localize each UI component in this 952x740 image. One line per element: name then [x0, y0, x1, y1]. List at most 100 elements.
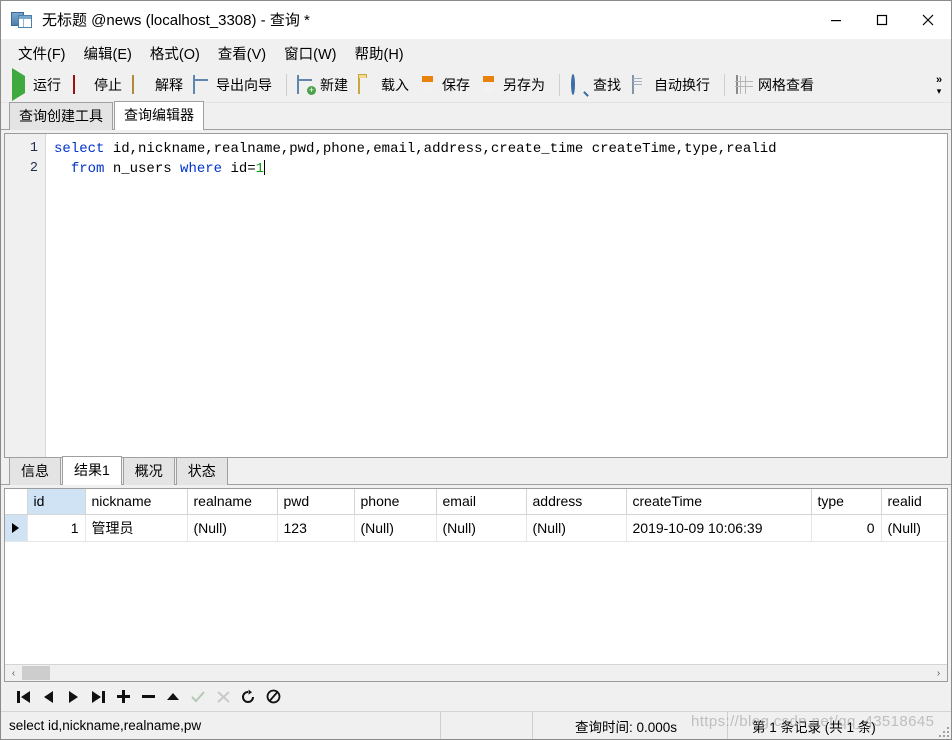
- column-header-pwd[interactable]: pwd: [277, 489, 355, 515]
- column-header-id[interactable]: id: [27, 489, 86, 515]
- editor-tab-bar: 查询创建工具 查询编辑器: [1, 101, 951, 130]
- save-button[interactable]: 保存: [416, 71, 477, 99]
- scroll-track[interactable]: [22, 665, 930, 681]
- apply-change-button[interactable]: [162, 686, 184, 708]
- toolbar-overflow-button[interactable]: » ▾: [931, 68, 947, 103]
- word-wrap-icon: [631, 75, 649, 94]
- delete-record-button[interactable]: [137, 686, 159, 708]
- first-record-button[interactable]: [12, 686, 34, 708]
- cell-pwd[interactable]: 123: [277, 514, 355, 542]
- column-header-createtime[interactable]: createTime: [626, 489, 812, 515]
- row-indicator-icon: [5, 514, 28, 542]
- cell-email[interactable]: (Null): [436, 514, 527, 542]
- refresh-button[interactable]: [237, 686, 259, 708]
- grid-view-button[interactable]: 网格查看: [732, 71, 821, 99]
- tab-info[interactable]: 信息: [9, 457, 61, 485]
- word-wrap-button[interactable]: 自动换行: [628, 71, 717, 99]
- explain-button[interactable]: 解释: [129, 71, 190, 99]
- column-header-phone[interactable]: phone: [354, 489, 437, 515]
- menu-edit[interactable]: 编辑(E): [75, 39, 141, 68]
- menu-window[interactable]: 窗口(W): [275, 39, 345, 68]
- sql-number: 1: [255, 161, 265, 177]
- cell-address[interactable]: (Null): [526, 514, 627, 542]
- table-row[interactable]: 1 管理员 (Null) 123 (Null) (Null) (Null) 20…: [5, 514, 947, 542]
- cancel-button[interactable]: [212, 686, 234, 708]
- tab-result1[interactable]: 结果1: [62, 456, 122, 485]
- column-header-realid[interactable]: realid: [881, 489, 947, 515]
- menu-file[interactable]: 文件(F): [9, 39, 75, 68]
- database-table-icon: [11, 10, 33, 30]
- status-query-time: 查询时间: 0.000s: [533, 712, 728, 739]
- scroll-right-icon[interactable]: ›: [930, 665, 947, 681]
- grid-view-icon: [735, 75, 753, 94]
- sql-text: n_users: [104, 161, 181, 177]
- next-record-button[interactable]: [62, 686, 84, 708]
- export-wizard-button[interactable]: 导出向导: [190, 71, 279, 99]
- result-grid-scroll[interactable]: id nickname realname pwd phone email add…: [5, 489, 947, 664]
- cell-realname[interactable]: (Null): [187, 514, 278, 542]
- triangle-up-icon: [167, 693, 179, 700]
- stop-loading-button[interactable]: [262, 686, 284, 708]
- grid-header-row: id nickname realname pwd phone email add…: [5, 489, 947, 515]
- result-grid: id nickname realname pwd phone email add…: [5, 489, 947, 542]
- save-as-icon: [480, 76, 498, 94]
- confirm-button[interactable]: [187, 686, 209, 708]
- minimize-button[interactable]: [813, 1, 859, 38]
- line-number: 2: [29, 161, 38, 176]
- scroll-thumb[interactable]: [22, 666, 50, 680]
- tab-query-builder[interactable]: 查询创建工具: [9, 102, 113, 130]
- sql-editor[interactable]: 1 2 select id,nickname,realname,pwd,phon…: [4, 133, 948, 458]
- play-icon: [10, 68, 28, 101]
- column-header-realname[interactable]: realname: [187, 489, 278, 515]
- window-title: 无标题 @news (localhost_3308) - 查询 *: [42, 12, 310, 29]
- previous-record-button[interactable]: [37, 686, 59, 708]
- tab-status[interactable]: 状态: [175, 457, 228, 485]
- save-as-button[interactable]: 另存为: [477, 71, 552, 99]
- stop-button[interactable]: 停止: [68, 71, 129, 99]
- toolbar-separator-3: [724, 74, 725, 96]
- status-record-info: 第 1 条记录 (共 1 条): [752, 719, 876, 735]
- new-query-icon: +: [297, 75, 316, 95]
- sql-keyword: select: [54, 141, 105, 157]
- refresh-icon: [242, 689, 254, 703]
- run-button[interactable]: 运行: [7, 68, 68, 101]
- cell-realid[interactable]: (Null): [881, 514, 947, 542]
- menu-bar: 文件(F) 编辑(E) 格式(O) 查看(V) 窗口(W) 帮助(H): [1, 39, 951, 68]
- sql-code[interactable]: select id,nickname,realname,pwd,phone,em…: [46, 134, 947, 457]
- search-icon: [570, 74, 588, 95]
- resize-grip-icon[interactable]: [937, 725, 949, 737]
- column-header-nickname[interactable]: nickname: [85, 489, 188, 515]
- tab-profile[interactable]: 概况: [122, 457, 175, 485]
- results-tab-bar: 信息 结果1 概况 状态: [1, 456, 951, 485]
- column-header-type[interactable]: type: [811, 489, 882, 515]
- cell-phone[interactable]: (Null): [354, 514, 437, 542]
- add-record-button[interactable]: [112, 686, 134, 708]
- tab-query-editor[interactable]: 查询编辑器: [114, 101, 204, 130]
- column-header-address[interactable]: address: [526, 489, 627, 515]
- menu-format[interactable]: 格式(O): [141, 39, 209, 68]
- grid-horizontal-scrollbar[interactable]: ‹ ›: [5, 664, 947, 681]
- cell-type[interactable]: 0: [811, 514, 882, 542]
- double-chevron-right-icon: »: [935, 74, 943, 86]
- cell-createtime[interactable]: 2019-10-09 10:06:39: [626, 514, 812, 542]
- menu-help[interactable]: 帮助(H): [345, 39, 412, 68]
- record-navigation-bar: [1, 682, 951, 711]
- check-icon: [191, 690, 205, 702]
- find-button[interactable]: 查找: [567, 71, 628, 99]
- column-header-email[interactable]: email: [436, 489, 527, 515]
- maximize-button[interactable]: [859, 1, 905, 38]
- close-button[interactable]: [905, 1, 951, 38]
- sql-text: id,nickname,realname,pwd,phone,email,add…: [104, 141, 777, 157]
- cell-nickname[interactable]: 管理员: [85, 514, 188, 542]
- new-query-button[interactable]: + 新建: [294, 71, 355, 99]
- open-folder-icon: [358, 75, 376, 94]
- row-header-corner: [5, 489, 28, 515]
- cell-id[interactable]: 1: [27, 514, 86, 542]
- load-button[interactable]: 载入: [355, 71, 416, 99]
- text-caret: [264, 160, 266, 175]
- menu-view[interactable]: 查看(V): [209, 39, 275, 68]
- last-record-button[interactable]: [87, 686, 109, 708]
- results-pane: 信息 结果1 概况 状态 id nickname realname pwd ph…: [1, 456, 951, 711]
- scroll-left-icon[interactable]: ‹: [5, 665, 22, 681]
- status-spacer: [441, 712, 533, 739]
